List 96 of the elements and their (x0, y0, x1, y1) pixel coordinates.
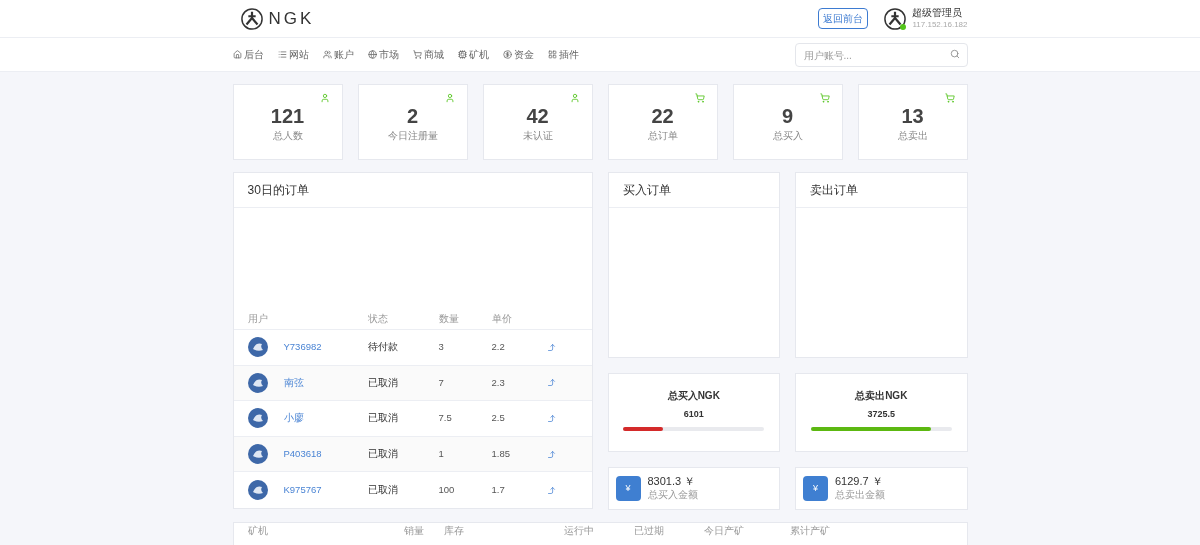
card-title: 卖出订单 (810, 182, 858, 199)
arrow-icon[interactable] (546, 378, 556, 388)
stat-value: 2 (406, 105, 419, 126)
table-cell-text: 待付款 (367, 340, 399, 355)
table-cell-text: 已取消 (367, 446, 399, 461)
table-cell-text: 2.2 (491, 340, 506, 355)
avatar-icon (247, 480, 268, 501)
column-header: 矿机 (247, 525, 269, 537)
table-cell-text: 100 (438, 483, 456, 498)
total-title: 总卖出NGK (855, 389, 908, 403)
card-title: 买入订单 (622, 182, 671, 199)
nav-link[interactable]: 插件 (547, 47, 579, 62)
table-cell-text: 已取消 (367, 483, 399, 498)
total-title: 总买入NGK (667, 389, 720, 403)
table-cell-text: 1.85 (491, 446, 511, 461)
globe-icon (367, 50, 377, 59)
stat-label: 总卖出 (897, 128, 928, 143)
column-header: 状态 (367, 312, 389, 326)
cart-icon (819, 93, 830, 103)
table-cell-text: 2.5 (491, 411, 506, 426)
back-to-frontend-button[interactable]: 返回前台 (818, 8, 869, 29)
person-icon (569, 93, 580, 103)
stat-label: 今日注册量 (387, 128, 438, 143)
avatar-icon (247, 444, 268, 465)
user-link[interactable]: Y736982 (283, 340, 368, 355)
avatar-icon (247, 372, 268, 393)
nav-link[interactable]: 网站 (277, 47, 309, 62)
table-cell-text: 已取消 (367, 411, 399, 426)
grid-icon (547, 50, 557, 59)
table-cell-text: 3 (438, 340, 445, 355)
amount-value: 8301.3 ￥ (647, 475, 697, 489)
column-header: 销量 (403, 525, 425, 537)
card-title: 30日的订单 (247, 182, 309, 199)
stat-value: 121 (270, 105, 305, 126)
column-header: 库存 (443, 525, 465, 537)
person-icon (444, 93, 455, 103)
nav-link[interactable]: 矿机 (457, 47, 489, 62)
column-header: 数量 (438, 312, 460, 326)
amount-label: 总买入金额 (647, 489, 698, 502)
person-icon (319, 93, 330, 103)
table-cell-text: 2.3 (491, 375, 506, 390)
stat-label: 总订单 (647, 128, 678, 143)
user-avatar-icon (884, 7, 907, 30)
amount-value: 6129.7 ￥ (835, 475, 884, 489)
logo-icon (240, 7, 263, 30)
coin-icon (502, 50, 512, 59)
column-header: 今日产矿 (703, 525, 745, 537)
stat-label: 总人数 (272, 128, 303, 143)
column-header: 累计产矿 (789, 525, 830, 537)
stat-label: 未认证 (522, 128, 553, 143)
arrow-icon[interactable] (546, 449, 556, 459)
column-header: 运行中 (563, 525, 595, 537)
users-icon (322, 50, 332, 59)
nav-link[interactable]: 后台 (232, 47, 264, 62)
search-icon (949, 48, 960, 59)
stat-value: 13 (901, 105, 924, 126)
user-link[interactable]: 南弦 (283, 375, 368, 390)
currency-badge: ¥ (615, 476, 641, 501)
column-header: 单价 (491, 312, 512, 326)
table-cell-text: 7 (438, 375, 445, 390)
stat-value: 22 (651, 105, 674, 126)
table-cell-text: 已取消 (367, 375, 399, 390)
chip-icon (457, 50, 467, 59)
currency-badge: ¥ (803, 476, 828, 501)
user-link[interactable]: 小廖 (283, 411, 368, 426)
list-icon (277, 50, 287, 59)
cart-icon (944, 93, 955, 103)
avatar-icon (247, 408, 268, 429)
arrow-icon[interactable] (546, 485, 556, 495)
table-cell-text: 1.7 (491, 483, 506, 498)
table-cell-text: 1 (438, 446, 445, 461)
user-name: 超级管理员 (912, 7, 964, 20)
table-cell-text: 7.5 (438, 411, 453, 426)
cart-icon (412, 50, 422, 59)
stat-label: 总买入 (772, 128, 803, 143)
search-field[interactable]: 用户账号... (794, 43, 968, 68)
home-icon (232, 50, 242, 59)
user-link[interactable]: K975767 (283, 483, 368, 498)
column-header: 已过期 (633, 525, 665, 537)
column-header: 用户 (247, 312, 269, 326)
nav-link[interactable]: 资金 (502, 47, 534, 62)
stat-value: 42 (526, 105, 549, 126)
arrow-icon[interactable] (546, 414, 556, 423)
amount-label: 总卖出金额 (835, 489, 885, 502)
cart-icon (694, 93, 705, 103)
stat-value: 9 (781, 105, 794, 126)
nav-link[interactable]: 账户 (322, 47, 354, 62)
arrow-icon[interactable] (546, 342, 556, 352)
nav-link[interactable]: 市场 (367, 47, 399, 62)
total-value: 3725.5 (867, 408, 895, 421)
logo-text: NGK (268, 7, 315, 30)
user-ip: 117.152.16.182 (912, 19, 968, 30)
avatar-icon (247, 337, 268, 358)
user-link[interactable]: P403618 (283, 446, 368, 462)
total-value: 6101 (683, 408, 704, 421)
nav-link[interactable]: 商城 (412, 47, 444, 62)
